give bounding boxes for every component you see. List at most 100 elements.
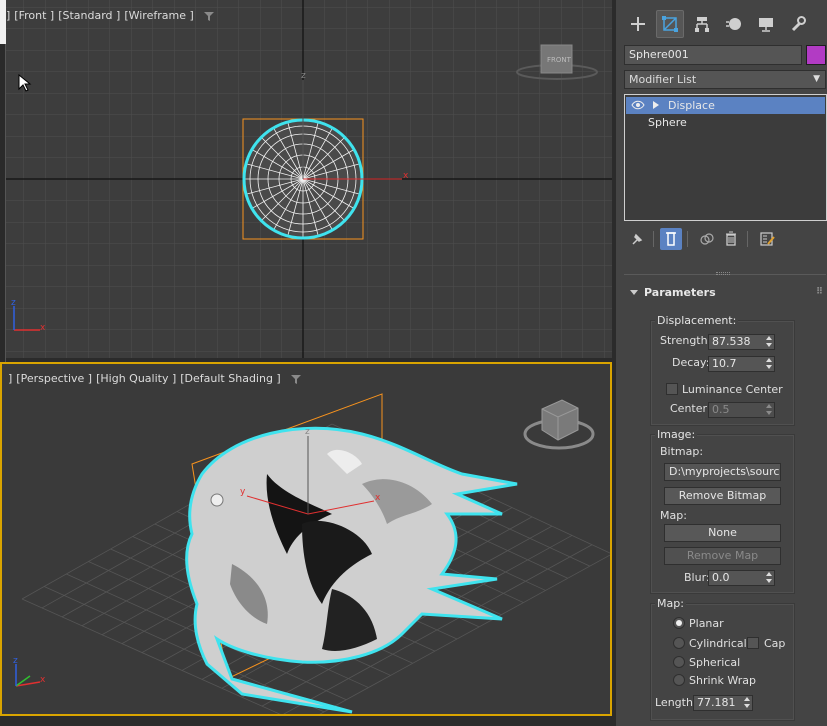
spherical-label: Spherical bbox=[689, 656, 741, 669]
blur-label: Blur: bbox=[684, 571, 710, 584]
cylindrical-radio[interactable] bbox=[673, 637, 685, 649]
show-end-result-icon bbox=[666, 232, 676, 246]
perspective-viewport-canvas[interactable]: x y z x z bbox=[2, 364, 610, 714]
vp-menu-point-of-view[interactable]: [Perspective ] bbox=[16, 372, 92, 385]
create-icon bbox=[631, 17, 645, 31]
stack-item-label: Displace bbox=[668, 99, 715, 112]
luminance-center-label: Luminance Center bbox=[682, 383, 783, 396]
eye-icon[interactable] bbox=[631, 100, 645, 110]
group-label: Image: bbox=[655, 428, 698, 441]
vp-menu-point-of-view[interactable]: [Front ] bbox=[14, 9, 54, 22]
planar-label: Planar bbox=[689, 617, 724, 630]
center-label: Center: bbox=[670, 402, 711, 415]
pin-icon bbox=[632, 233, 643, 245]
cap-label: Cap bbox=[764, 637, 786, 650]
front-viewport-canvas[interactable]: x z x z FRONT bbox=[0, 0, 612, 358]
gizmo-x-label: x bbox=[375, 493, 381, 503]
viewcube[interactable] bbox=[523, 399, 595, 450]
modify-icon bbox=[662, 16, 678, 32]
world-axis-z-label: z bbox=[13, 656, 18, 666]
mouse-cursor-icon bbox=[18, 74, 32, 92]
modifier-list-label: Modifier List bbox=[629, 73, 697, 86]
decay-spinner[interactable]: 10.7 bbox=[708, 356, 775, 372]
center-spinner[interactable]: 0.5 bbox=[708, 402, 775, 418]
object-name-field[interactable]: Sphere001 bbox=[624, 45, 802, 65]
bitmap-path-field[interactable]: D:\myprojects\source\images bbox=[664, 463, 781, 481]
decay-value: 10.7 bbox=[712, 357, 737, 370]
parameters-rollout-header[interactable]: Parameters ⠿ bbox=[624, 286, 824, 299]
spherical-radio[interactable] bbox=[673, 656, 685, 668]
shrink-wrap-label: Shrink Wrap bbox=[689, 674, 756, 687]
perspective-viewport[interactable]: x y z x z ] [Perspective ] [High Quality ]… bbox=[0, 362, 612, 716]
command-panel-tabs bbox=[624, 10, 824, 40]
configure-modifier-sets-button[interactable] bbox=[756, 228, 778, 250]
world-axis-z-label: z bbox=[11, 298, 16, 308]
rollout-grip-icon[interactable]: ⠿ bbox=[816, 287, 823, 297]
blur-value: 0.0 bbox=[712, 571, 730, 584]
tab-modify[interactable] bbox=[656, 10, 684, 38]
left-edge-panel bbox=[0, 0, 6, 44]
perspective-viewport-label[interactable]: ] [Perspective ] [High Quality ] [Default S… bbox=[8, 372, 302, 385]
displaced-sphere-mesh[interactable] bbox=[185, 426, 518, 714]
strength-label: Strength: bbox=[660, 334, 712, 347]
modifier-list-dropdown[interactable]: Modifier List ▼ bbox=[624, 70, 826, 89]
bitmap-label: Bitmap: bbox=[660, 445, 704, 458]
tab-utilities[interactable] bbox=[784, 10, 812, 38]
vp-menu-quality[interactable]: [High Quality ] bbox=[96, 372, 176, 385]
length-spinner[interactable]: 77.181 bbox=[693, 695, 753, 711]
hierarchy-icon bbox=[695, 17, 709, 32]
tab-motion[interactable] bbox=[720, 10, 748, 38]
map-none-button[interactable]: None bbox=[664, 524, 781, 542]
utilities-icon bbox=[791, 16, 806, 32]
group-label: Displacement: bbox=[655, 314, 739, 327]
viewport-filter-icon[interactable] bbox=[290, 373, 302, 385]
stack-item-sphere[interactable]: Sphere bbox=[625, 114, 826, 131]
length-value: 77.181 bbox=[697, 696, 736, 709]
vp-menu-general[interactable]: ] bbox=[8, 372, 12, 385]
expand-arrow-icon[interactable] bbox=[653, 101, 659, 109]
vp-menu-quality[interactable]: [Standard ] bbox=[58, 9, 120, 22]
make-unique-button[interactable] bbox=[696, 228, 718, 250]
modifier-stack: Displace Sphere bbox=[624, 94, 827, 221]
object-color-swatch[interactable] bbox=[806, 45, 826, 65]
remove-bitmap-button[interactable]: Remove Bitmap bbox=[664, 487, 781, 505]
decay-label: Decay: bbox=[672, 356, 710, 369]
tab-hierarchy[interactable] bbox=[688, 10, 716, 38]
luminance-center-checkbox[interactable] bbox=[666, 383, 678, 395]
stack-item-displace[interactable]: Displace bbox=[626, 97, 825, 114]
world-axis-x-label: x bbox=[40, 675, 46, 685]
rollout-title: Parameters bbox=[644, 286, 716, 299]
shrink-wrap-radio[interactable] bbox=[673, 674, 685, 686]
world-axis-tripod: x z bbox=[13, 656, 46, 687]
remove-map-button[interactable]: Remove Map bbox=[664, 547, 781, 565]
motion-icon bbox=[726, 18, 741, 30]
stack-item-label: Sphere bbox=[648, 116, 687, 129]
show-end-result-button[interactable] bbox=[660, 228, 682, 250]
divider-grip[interactable] bbox=[716, 272, 730, 275]
gizmo-x-label: x bbox=[403, 171, 409, 181]
strength-spinner[interactable]: 87.538 bbox=[708, 334, 775, 350]
viewcube-label: FRONT bbox=[547, 56, 572, 64]
pin-stack-button[interactable] bbox=[626, 228, 648, 250]
display-icon bbox=[759, 18, 773, 32]
planar-radio[interactable] bbox=[673, 617, 685, 629]
viewport-filter-icon[interactable] bbox=[203, 10, 215, 22]
rollout-collapse-icon bbox=[630, 290, 638, 295]
map-label: Map: bbox=[660, 509, 687, 522]
length-label: Length: bbox=[655, 696, 697, 709]
vp-menu-general[interactable]: ] bbox=[6, 9, 10, 22]
tab-create[interactable] bbox=[624, 10, 652, 38]
gizmo-z-label: z bbox=[301, 71, 306, 81]
remove-modifier-button[interactable] bbox=[720, 228, 742, 250]
blur-spinner[interactable]: 0.0 bbox=[708, 570, 775, 586]
vp-menu-shading[interactable]: [Default Shading ] bbox=[180, 372, 280, 385]
tab-display[interactable] bbox=[752, 10, 780, 38]
front-viewport[interactable]: x z x z FRONT ] [Front ] [Standard ] [Wiref… bbox=[0, 0, 612, 358]
vp-menu-shading[interactable]: [Wireframe ] bbox=[124, 9, 193, 22]
cap-checkbox[interactable] bbox=[747, 637, 759, 649]
world-axis-x-label: x bbox=[40, 323, 46, 333]
front-viewport-label[interactable]: ] [Front ] [Standard ] [Wireframe ] bbox=[6, 9, 215, 22]
strength-value: 87.538 bbox=[712, 335, 751, 348]
make-unique-icon bbox=[700, 233, 714, 245]
command-panel: Sphere001 Modifier List ▼ Displace Spher… bbox=[612, 0, 827, 726]
